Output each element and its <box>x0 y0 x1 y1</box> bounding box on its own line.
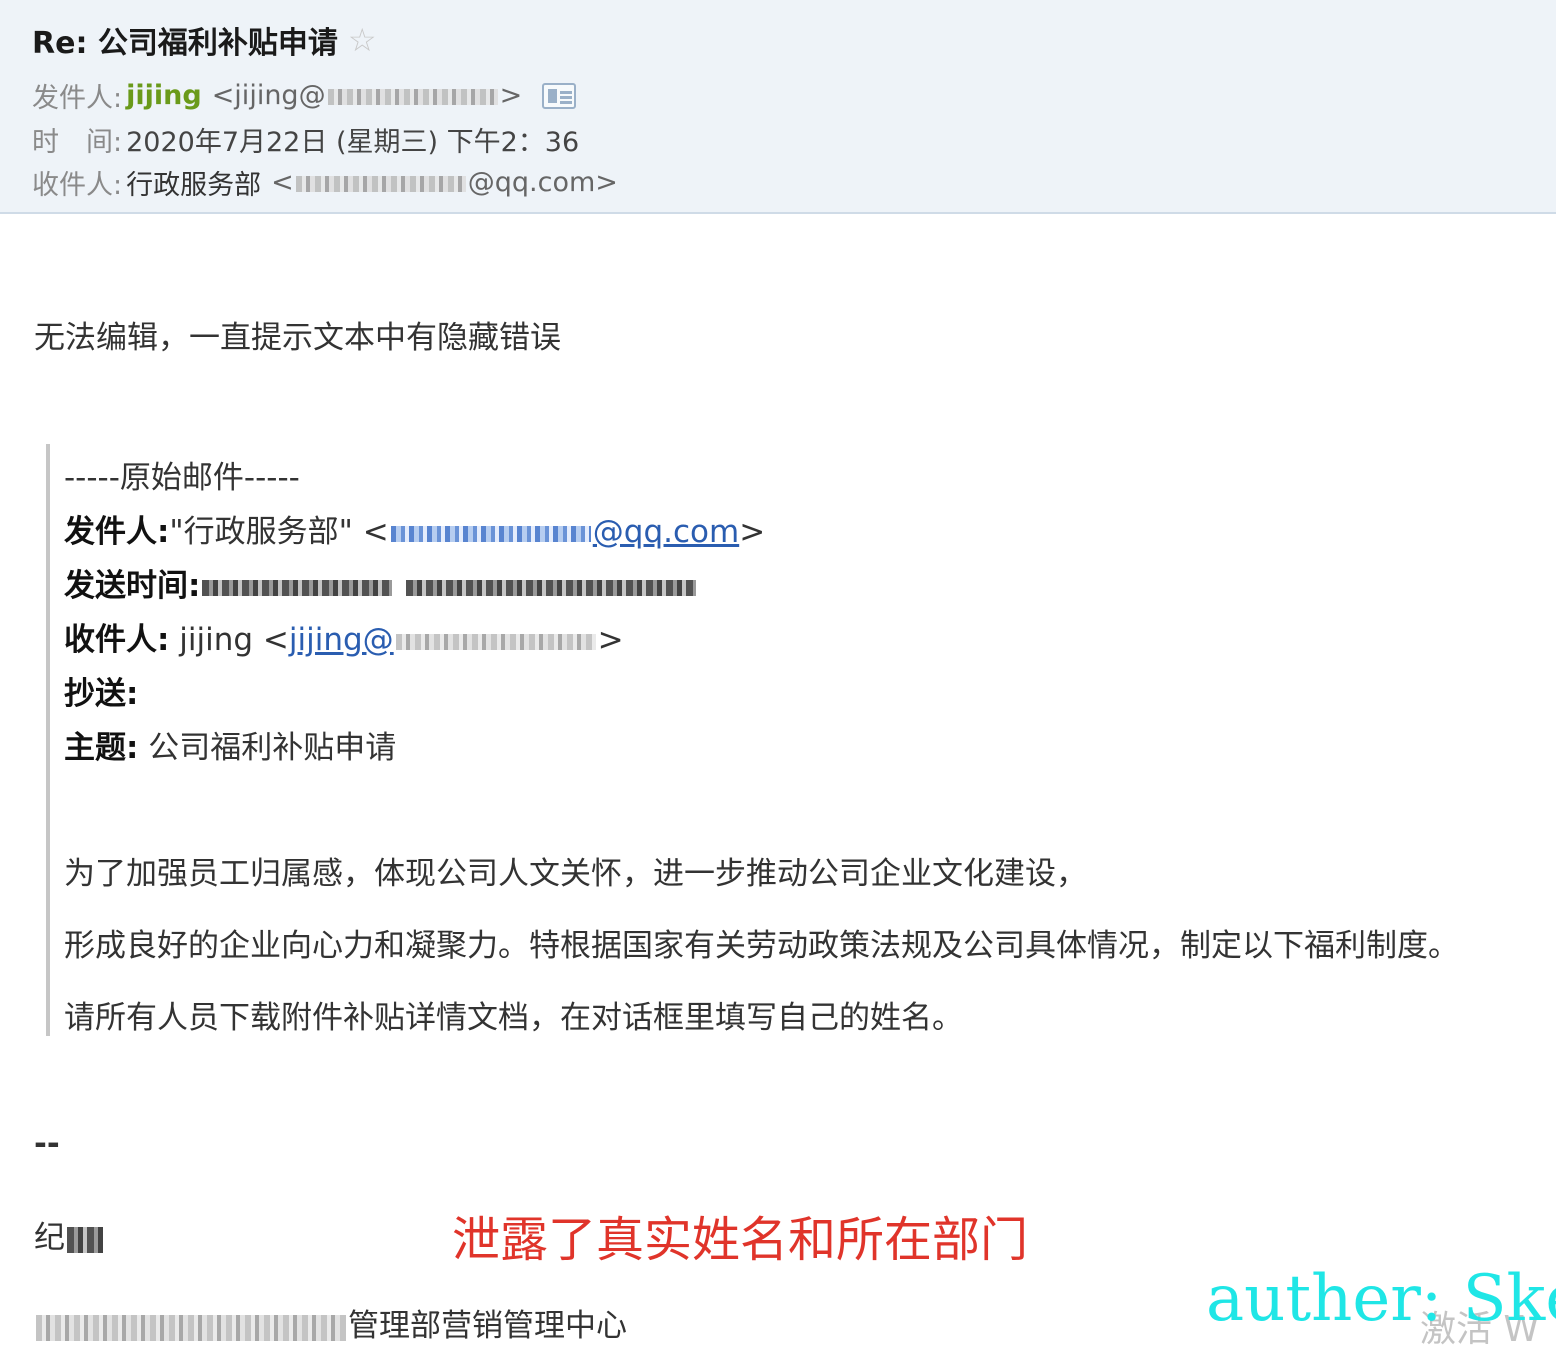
mail-header: Re: 公司福利补贴申请 ☆ 发件人: jijing <jijing@ > 时 间… <box>0 0 1556 214</box>
quote-to-label: 收件人: <box>64 622 170 658</box>
signature-name-visible: 纪 <box>34 1220 65 1256</box>
quote-paragraph-1: 为了加强员工归属感，体现公司人文关怀，进一步推动公司企业文化建设， <box>64 856 1087 892</box>
signature-dash: -- <box>34 1126 60 1162</box>
redacted-name <box>67 1226 103 1253</box>
quote-from-value: "行政服务部" < <box>169 514 389 550</box>
quote-to-email-prefix: jijing@ <box>288 622 394 658</box>
quote-cc-label: 抄送: <box>64 676 139 712</box>
quote-to-value: jijing < <box>169 622 289 658</box>
red-annotation: 泄露了真实姓名和所在部门 <box>452 1212 1029 1268</box>
recipient-address-suffix: @qq.com> <box>467 167 618 198</box>
signature-name: 纪 <box>34 1212 105 1257</box>
from-label: 发件人: <box>32 83 123 114</box>
quoted-original-mail: -----原始邮件----- 发件人:"行政服务部" < @qq.com> 发送时… <box>46 444 1540 1036</box>
quote-sent-row: 发送时间: <box>64 560 698 605</box>
star-icon[interactable]: ☆ <box>348 24 377 56</box>
redacted-qq-number <box>295 175 466 192</box>
recipient-name[interactable]: 行政服务部 <box>126 163 261 202</box>
quote-sent-label: 发送时间: <box>64 568 201 604</box>
time-value: 2020年7月22日 (星期三) 下午2：36 <box>126 127 580 158</box>
recipient-address[interactable]: < @qq.com> <box>271 167 618 198</box>
redacted-company <box>36 1314 346 1341</box>
redacted-date <box>202 579 393 596</box>
quote-subject-value: 公司福利补贴申请 <box>138 730 397 766</box>
quote-from-close: > <box>739 514 766 550</box>
quote-subject-label: 主题: <box>64 730 139 766</box>
signature-department-visible: 管理部营销管理中心 <box>348 1308 627 1344</box>
to-row: 收件人: 行政服务部 < @qq.com> <box>32 163 618 202</box>
sender-address-prefix: <jijing@ <box>211 80 326 111</box>
sender-address[interactable]: <jijing@ > <box>212 80 523 111</box>
mail-subject: Re: 公司福利补贴申请 <box>32 26 338 61</box>
author-watermark: auther: Ske <box>1206 1262 1556 1336</box>
redacted-domain <box>395 633 596 650</box>
quote-to-email-link[interactable]: jijing@ <box>289 622 598 658</box>
quote-from-email-suffix: @qq.com <box>592 514 740 550</box>
to-label: 收件人: <box>32 170 123 201</box>
quote-paragraph-3: 请所有人员下载附件补贴详情文档，在对话框里填写自己的姓名。 <box>64 1000 963 1036</box>
quote-to-row: 收件人: jijing <jijing@ > <box>64 614 624 659</box>
reply-text: 无法编辑，一直提示文本中有隐藏错误 <box>34 320 561 356</box>
quote-cc-row: 抄送: <box>64 668 138 713</box>
redacted-qq-number <box>390 525 591 542</box>
quote-paragraph-2: 形成良好的企业向心力和凝聚力。特根据国家有关劳动政策法规及公司具体情况，制定以下… <box>64 928 1459 964</box>
time-label: 时 间: <box>32 127 123 158</box>
subject-row: Re: 公司福利补贴申请 ☆ <box>32 18 377 62</box>
quote-from-email-link[interactable]: @qq.com <box>389 514 739 550</box>
quote-from-row: 发件人:"行政服务部" < @qq.com> <box>64 506 765 551</box>
recipient-address-prefix: < <box>271 167 294 198</box>
original-separator: -----原始邮件----- <box>64 460 300 496</box>
redacted-domain <box>327 88 498 105</box>
quote-to-close: > <box>597 622 624 658</box>
sender-name[interactable]: jijing <box>126 80 202 111</box>
time-row: 时 间: 2020年7月22日 (星期三) 下午2：36 <box>32 120 579 159</box>
signature-department: 管理部营销管理中心 <box>34 1300 627 1345</box>
contact-card-icon[interactable] <box>542 82 577 109</box>
quote-from-label: 发件人: <box>64 514 170 550</box>
sender-address-suffix: > <box>499 80 523 111</box>
redacted-time <box>406 579 697 596</box>
quote-subject-row: 主题: 公司福利补贴申请 <box>64 722 396 767</box>
from-row: 发件人: jijing <jijing@ > <box>32 76 577 115</box>
